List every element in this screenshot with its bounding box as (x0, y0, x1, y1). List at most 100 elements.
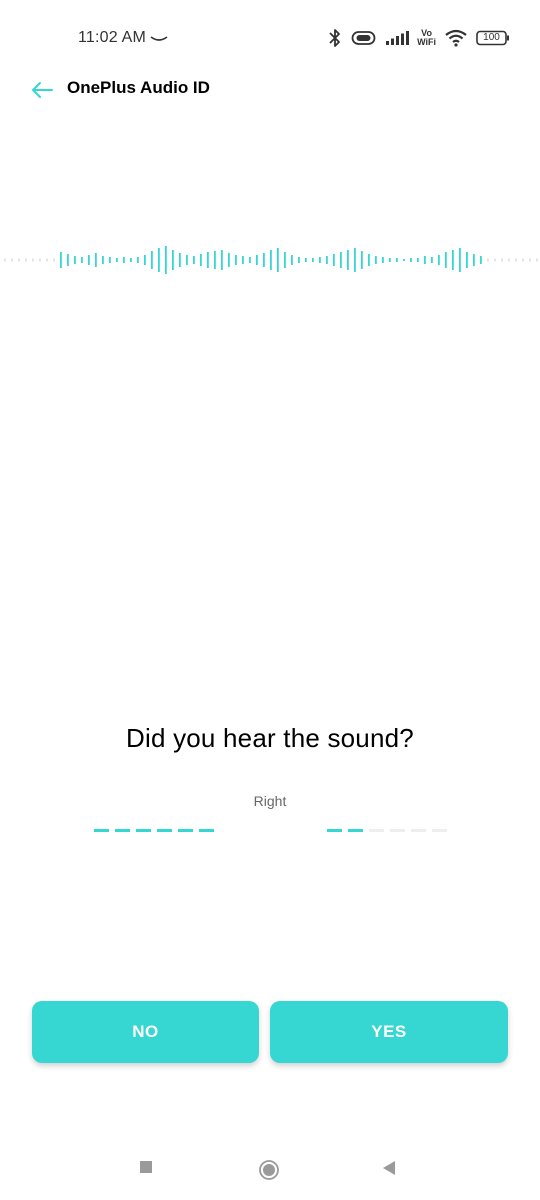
hearing-question: Did you hear the sound? (126, 723, 414, 753)
waveform-bar (137, 257, 139, 263)
waveform-bar (389, 258, 391, 262)
waveform-bar (158, 248, 160, 272)
page-title: OnePlus Audio ID (67, 78, 210, 97)
waveform-bar (32, 258, 34, 262)
right-ear-progress (327, 829, 447, 833)
progress-segment-pending (432, 829, 447, 832)
waveform-bar (200, 254, 202, 266)
waveform-bar (403, 259, 405, 261)
waveform-bar (25, 258, 27, 262)
progress-segment-done (327, 829, 342, 832)
waveform-bar (417, 258, 419, 262)
status-bar: 11:02 AM Vo WiFi 100 (0, 0, 540, 76)
progress-segment-done (178, 829, 193, 832)
waveform-bar (424, 256, 426, 264)
notification-dash-icon (150, 29, 168, 47)
waveform-bar (95, 253, 97, 267)
waveform-bar (165, 246, 167, 274)
waveform-bar (207, 252, 209, 268)
clock-text: 11:02 AM (78, 29, 147, 46)
waveform-bar (347, 250, 349, 270)
waveform-bar (46, 258, 48, 262)
waveform-bar (291, 255, 293, 265)
progress-segment-done (136, 829, 151, 832)
waveform-bar (473, 254, 475, 266)
waveform-bar (361, 251, 363, 269)
waveform-bar (228, 253, 230, 267)
waveform-bar (508, 258, 510, 262)
nav-back-icon[interactable] (381, 1160, 397, 1181)
waveform-bar (221, 250, 223, 270)
status-time: 11:02 AM (78, 29, 168, 47)
waveform-bar (11, 258, 13, 262)
waveform-bar (326, 256, 328, 264)
waveform-bar (116, 258, 118, 262)
no-button[interactable]: NO (32, 1001, 259, 1063)
battery-saver-icon (351, 30, 377, 46)
waveform-bar (186, 255, 188, 265)
waveform-bar (277, 248, 279, 272)
waveform-bar (536, 258, 538, 262)
status-icons: Vo WiFi 100 (327, 26, 510, 50)
home-icon[interactable] (258, 1159, 280, 1186)
waveform-bar (235, 255, 237, 265)
navigation-bar (0, 1140, 540, 1200)
waveform-bar (214, 251, 216, 269)
waveform-bar (333, 254, 335, 266)
vowifi-indicator: Vo WiFi (417, 29, 436, 47)
waveform-bar (340, 252, 342, 268)
yes-button[interactable]: YES (270, 1001, 508, 1063)
progress-segment-pending (411, 829, 426, 832)
waveform-bar (529, 258, 531, 262)
waveform-bar (18, 258, 20, 262)
progress-segment-done (94, 829, 109, 832)
waveform-bar (494, 258, 496, 262)
waveform-bar (431, 257, 433, 263)
progress-segment-pending (390, 829, 405, 832)
progress-segment-done (348, 829, 363, 832)
waveform-bar (102, 256, 104, 264)
progress-segment-pending (369, 829, 384, 832)
waveform-bar (123, 257, 125, 263)
waveform-bar (172, 250, 174, 270)
waveform-bar (410, 258, 412, 262)
waveform-bar (445, 252, 447, 268)
waveform-bar (382, 257, 384, 263)
waveform-bar (312, 258, 314, 262)
waveform-bar (319, 257, 321, 263)
recents-icon[interactable] (139, 1160, 153, 1179)
vowifi-bottom-text: WiFi (417, 37, 436, 47)
wifi-icon (444, 29, 468, 47)
waveform-bar (466, 252, 468, 268)
waveform-bar (109, 257, 111, 263)
waveform-bar (263, 253, 265, 267)
waveform-bar (88, 255, 90, 265)
waveform-bar (193, 256, 195, 264)
waveform-bar (452, 250, 454, 270)
waveform-bar (284, 252, 286, 268)
waveform-bar (396, 258, 398, 262)
waveform-bar (249, 257, 251, 263)
progress-segment-done (199, 829, 214, 832)
waveform-bar (270, 250, 272, 270)
left-ear-progress (94, 829, 214, 833)
waveform-bar (368, 254, 370, 266)
waveform-bar (74, 256, 76, 264)
sound-waveform (4, 246, 538, 274)
waveform-bar (515, 258, 517, 262)
waveform-bar (4, 258, 6, 262)
waveform-bar (480, 256, 482, 264)
waveform-bar (39, 258, 41, 262)
waveform-bar (438, 255, 440, 265)
waveform-bar (144, 255, 146, 265)
waveform-bar (60, 252, 62, 268)
waveform-bar (151, 251, 153, 269)
waveform-bar (53, 258, 55, 262)
back-arrow-icon[interactable] (28, 76, 56, 104)
waveform-bar (130, 258, 132, 262)
waveform-bar (459, 248, 461, 272)
waveform-bar (179, 253, 181, 267)
waveform-bar (375, 256, 377, 264)
waveform-bar (487, 258, 489, 262)
signal-icon (385, 30, 410, 46)
